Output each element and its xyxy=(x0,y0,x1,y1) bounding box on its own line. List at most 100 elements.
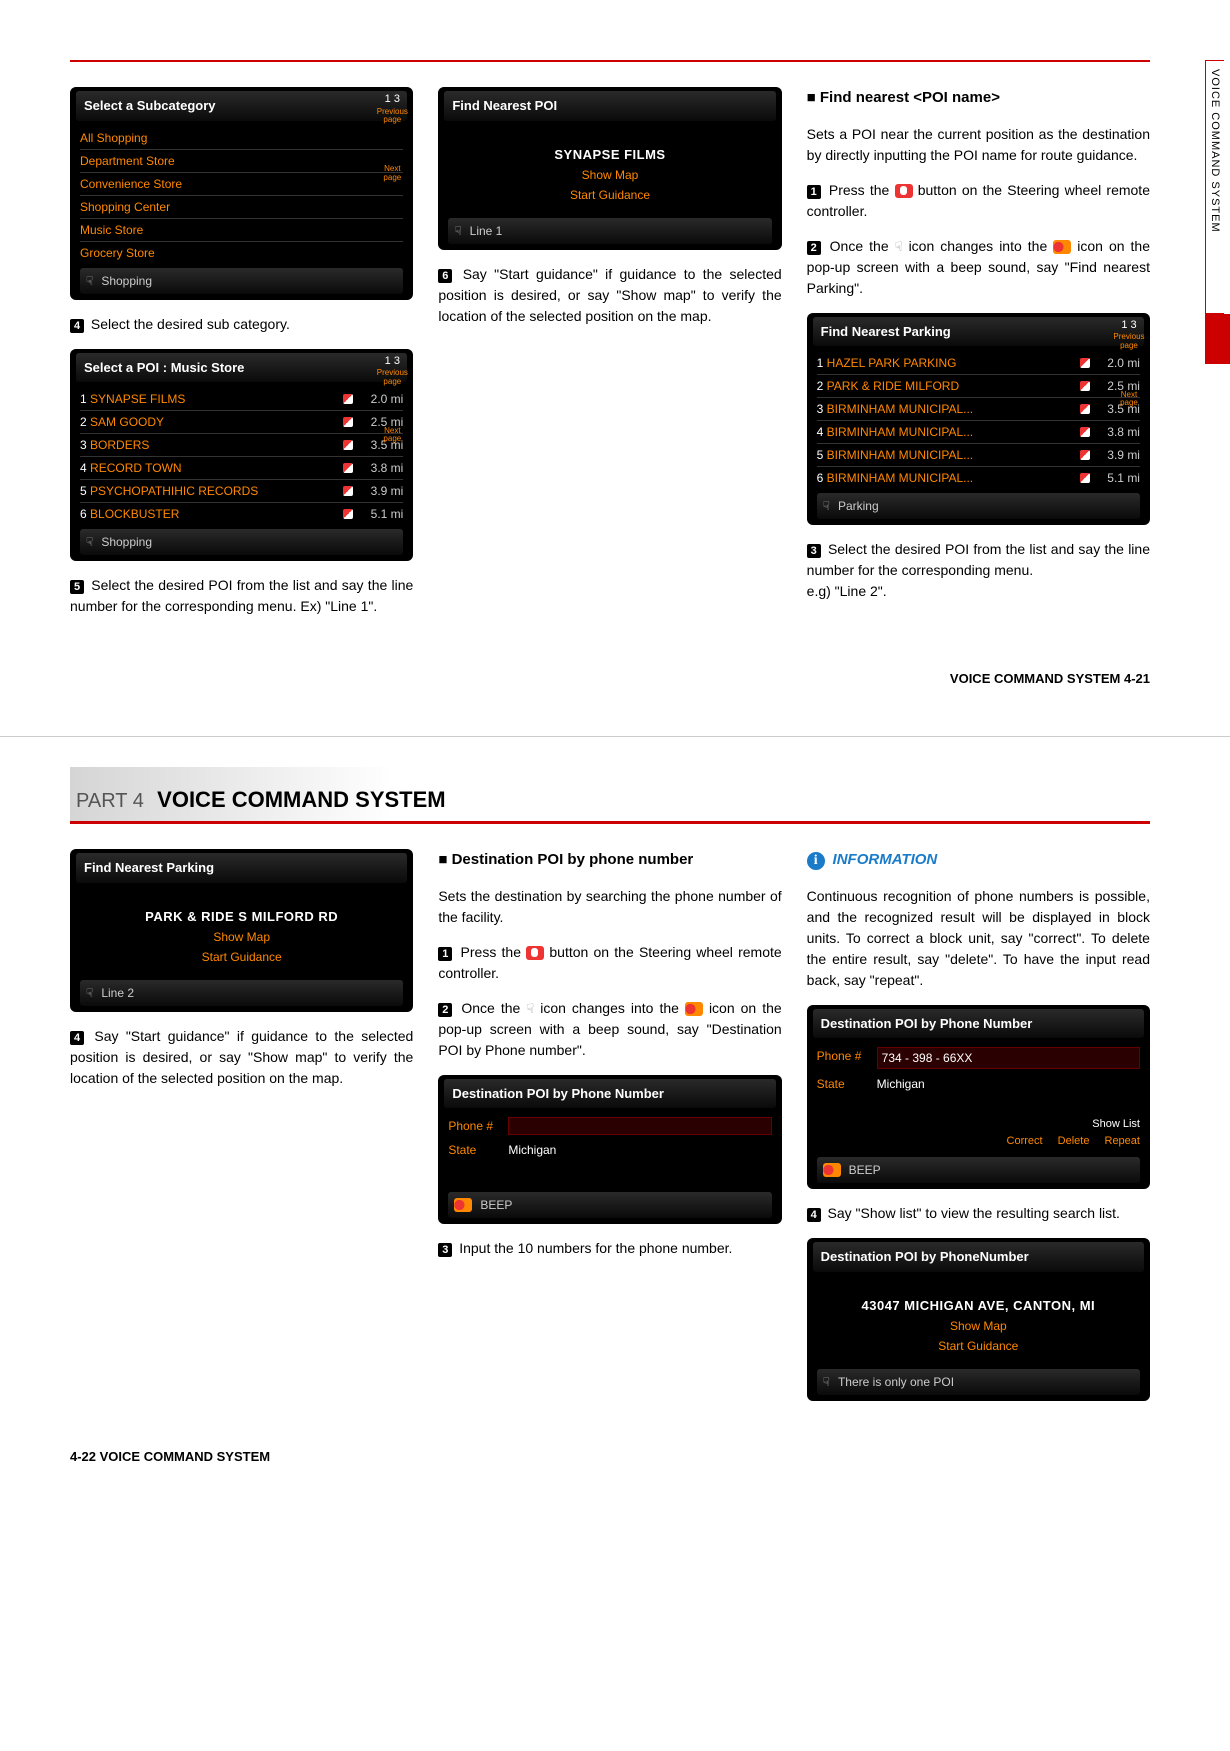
step-number: 1 xyxy=(807,185,821,199)
card-title: Find Nearest POI xyxy=(444,91,775,121)
list-item[interactable]: All Shopping xyxy=(80,127,403,150)
info-body: Continuous recognition of phone numbers … xyxy=(807,886,1150,991)
part-label: PART 4 xyxy=(76,790,144,812)
repeat-button[interactable]: Repeat xyxy=(1105,1135,1140,1147)
page-footer: 4-22 VOICE COMMAND SYSTEM xyxy=(70,1449,1150,1464)
step-number: 2 xyxy=(438,1003,452,1017)
list-item[interactable]: Shopping Center xyxy=(80,196,403,219)
flag-icon xyxy=(1080,427,1090,437)
card-title: Destination POI by PhoneNumber xyxy=(813,1242,1144,1272)
show-map-option[interactable]: Show Map xyxy=(817,1317,1140,1335)
subcategory-rows: All ShoppingDepartment StoreConvenience … xyxy=(80,127,403,264)
list-item[interactable]: Music Store xyxy=(80,219,403,242)
speaker-icon xyxy=(823,1163,841,1177)
side-tab: VOICE COMMAND SYSTEM xyxy=(1205,60,1230,364)
list-item[interactable]: Grocery Store xyxy=(80,242,403,264)
start-guidance-option[interactable]: Start Guidance xyxy=(80,948,403,966)
card-footer: ☟ Line 2 xyxy=(80,980,403,1006)
phone-value[interactable] xyxy=(508,1117,771,1135)
show-list-button[interactable]: Show List xyxy=(1092,1118,1140,1130)
step-3: 3 Select the desired POI from the list a… xyxy=(807,539,1150,602)
flag-icon xyxy=(343,440,353,450)
flag-icon xyxy=(343,509,353,519)
subcategory-card: Select a Subcategory All ShoppingDepartm… xyxy=(70,87,413,300)
list-item[interactable]: 1 HAZEL PARK PARKING 2.0 mi xyxy=(817,352,1140,375)
card-title: Destination POI by Phone Number xyxy=(444,1079,775,1109)
speaker-icon xyxy=(1053,240,1071,254)
flag-icon xyxy=(343,463,353,473)
pointer-icon: ☟ xyxy=(86,533,93,551)
poi-address: 43047 MICHIGAN AVE, CANTON, MI xyxy=(817,1296,1140,1316)
col-3: i INFORMATION Continuous recognition of … xyxy=(807,849,1150,1409)
card-title: Find Nearest Parking xyxy=(813,317,1144,347)
pointer-icon: ☟ xyxy=(823,497,830,515)
list-item[interactable]: 1 SYNAPSE FILMS 2.0 mi xyxy=(80,388,403,411)
part-header: PART 4 VOICE COMMAND SYSTEM xyxy=(70,767,1150,824)
step-2: 2 Once the ☟ icon changes into the icon … xyxy=(438,998,781,1061)
speaker-icon xyxy=(454,1198,472,1212)
state-label: State xyxy=(817,1075,877,1093)
speaker-icon xyxy=(685,1002,703,1016)
pointer-icon: ☟ xyxy=(454,222,461,240)
list-item[interactable]: 6 BLOCKBUSTER 5.1 mi xyxy=(80,503,403,525)
phone-value[interactable]: 734 - 398 - 66XX xyxy=(877,1047,1140,1069)
flag-icon xyxy=(343,486,353,496)
phone-label: Phone # xyxy=(448,1117,508,1135)
step-1: 1 Press the button on the Steering wheel… xyxy=(807,180,1150,222)
pointer-icon: ☟ xyxy=(823,1373,830,1391)
step-number: 3 xyxy=(438,1243,452,1257)
list-item[interactable]: Department Store xyxy=(80,150,403,173)
card-footer: ☟ Line 1 xyxy=(448,218,771,244)
pager: 1 3 Previous page Next page xyxy=(1112,317,1146,409)
flag-icon xyxy=(1080,450,1090,460)
step-number: 1 xyxy=(438,947,452,961)
step-number: 4 xyxy=(807,1208,821,1222)
col-1: Find Nearest Parking PARK & RIDE S MILFO… xyxy=(70,849,413,1409)
card-footer: ☟ Parking xyxy=(817,493,1140,519)
step-number: 3 xyxy=(807,544,821,558)
delete-button[interactable]: Delete xyxy=(1058,1135,1090,1147)
list-item[interactable]: 4 RECORD TOWN 3.8 mi xyxy=(80,457,403,480)
side-tab-marker xyxy=(1205,314,1230,364)
button-row: Show List Correct Delete Repeat xyxy=(817,1116,1140,1149)
list-item[interactable]: 3 BORDERS 3.5 mi xyxy=(80,434,403,457)
start-guidance-option[interactable]: Start Guidance xyxy=(817,1337,1140,1355)
list-item[interactable]: 2 PARK & RIDE MILFORD 2.5 mi xyxy=(817,375,1140,398)
show-map-option[interactable]: Show Map xyxy=(448,166,771,184)
list-item[interactable]: 6 BIRMINHAM MUNICIPAL... 5.1 mi xyxy=(817,467,1140,489)
phone-entry-card: Destination POI by Phone Number Phone # … xyxy=(438,1075,781,1225)
pager: 1 3 Previous page Next page xyxy=(375,353,409,445)
top-rule xyxy=(70,60,1150,62)
card-title: Select a POI : Music Store xyxy=(76,353,407,383)
show-map-option[interactable]: Show Map xyxy=(80,928,403,946)
flag-icon xyxy=(343,394,353,404)
side-tab-label: VOICE COMMAND SYSTEM xyxy=(1205,60,1224,314)
section-heading: Find nearest <POI name> xyxy=(807,87,1150,110)
step-number: 4 xyxy=(70,1031,84,1045)
step-number: 6 xyxy=(438,269,452,283)
col-1: Select a Subcategory All ShoppingDepartm… xyxy=(70,87,413,631)
intro-text: Sets a POI near the current position as … xyxy=(807,124,1150,166)
card-title: Select a Subcategory xyxy=(76,91,407,121)
beep-footer: BEEP xyxy=(817,1157,1140,1183)
list-item[interactable]: 2 SAM GOODY 2.5 mi xyxy=(80,411,403,434)
list-item[interactable]: 5 PSYCHOPATHIHIC RECORDS 3.9 mi xyxy=(80,480,403,503)
parking-result-card: Find Nearest Parking PARK & RIDE S MILFO… xyxy=(70,849,413,1012)
state-value: Michigan xyxy=(508,1141,771,1159)
step-4: 4 Select the desired sub category. xyxy=(70,314,413,335)
step-6: 6 Say "Start guidance" if guidance to th… xyxy=(438,264,781,327)
poi-name: PARK & RIDE S MILFORD RD xyxy=(80,907,403,927)
start-guidance-option[interactable]: Start Guidance xyxy=(448,186,771,204)
voice-button-icon xyxy=(895,184,913,198)
correct-button[interactable]: Correct xyxy=(1007,1135,1043,1147)
card-title: Destination POI by Phone Number xyxy=(813,1009,1144,1039)
flag-icon xyxy=(1080,381,1090,391)
pointer-icon: ☟ xyxy=(86,984,93,1002)
list-item[interactable]: 3 BIRMINHAM MUNICIPAL... 3.5 mi xyxy=(817,398,1140,421)
list-item[interactable]: 4 BIRMINHAM MUNICIPAL... 3.8 mi xyxy=(817,421,1140,444)
col-2: Destination POI by phone number Sets the… xyxy=(438,849,781,1409)
step-1: 1 Press the button on the Steering wheel… xyxy=(438,942,781,984)
list-item[interactable]: Convenience Store xyxy=(80,173,403,196)
card-footer: ☟ There is only one POI xyxy=(817,1369,1140,1395)
list-item[interactable]: 5 BIRMINHAM MUNICIPAL... 3.9 mi xyxy=(817,444,1140,467)
